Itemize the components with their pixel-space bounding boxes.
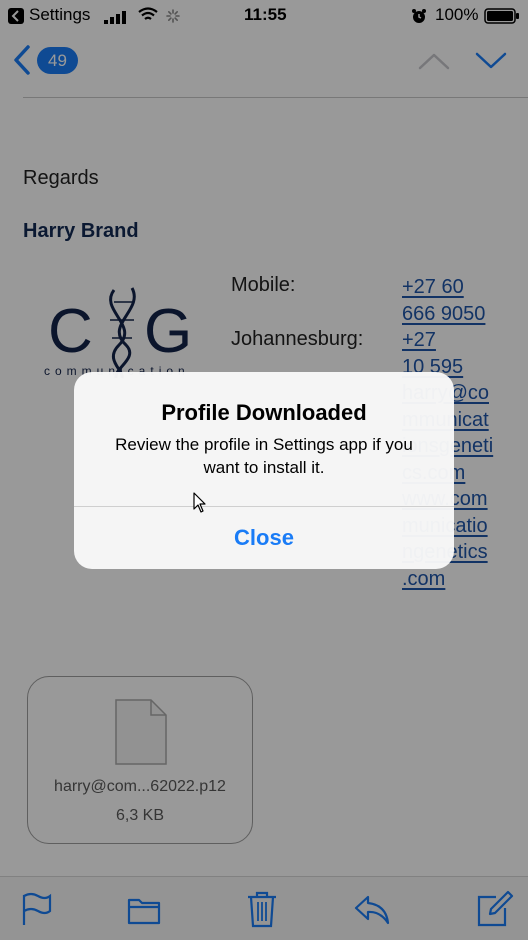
alert-title: Profile Downloaded bbox=[161, 400, 367, 425]
profile-downloaded-alert: Profile Downloaded Review the profile in… bbox=[74, 372, 454, 569]
alert-message: Review the profile in Settings app if yo… bbox=[115, 435, 413, 477]
close-button[interactable]: Close bbox=[74, 507, 454, 569]
mouse-cursor-icon bbox=[193, 492, 207, 519]
